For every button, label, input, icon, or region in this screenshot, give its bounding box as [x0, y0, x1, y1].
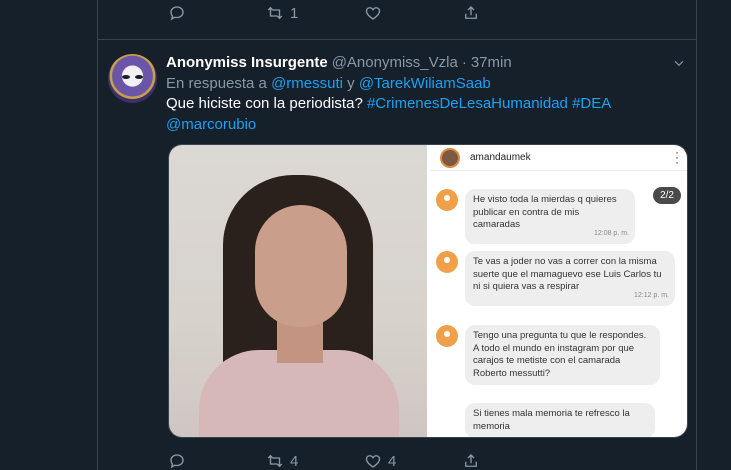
mask-eye-left: [122, 75, 130, 79]
retweet-icon: [267, 6, 283, 20]
mask-eye-right: [135, 75, 143, 79]
tweet-text: Que hiciste con la periodista? #Crimenes…: [166, 93, 686, 135]
tweet-media[interactable]: amandaumek · · · 2/2 He visto toda la mier…: [168, 144, 688, 438]
tweet-timestamp[interactable]: 37min: [471, 54, 512, 71]
chat-message-time: 12:08 p. m.: [593, 230, 629, 237]
heart-icon: [365, 455, 381, 468]
chat-bubble: He visto toda la mierdas q quieres publi…: [465, 189, 635, 244]
chat-message-text: Si tienes mala memoria te refresco la me…: [473, 408, 630, 432]
share-button[interactable]: [462, 452, 560, 470]
reply-context: En respuesta a @rmessuti y @TarekWiliamS…: [166, 75, 686, 92]
share-button[interactable]: [462, 4, 560, 22]
chat-message: Te vas a joder no vas a correr con la mi…: [436, 251, 675, 306]
more-vertical-icon: · · ·: [675, 145, 679, 169]
chat-message: Tengo una pregunta tu que le respondes. …: [436, 325, 660, 385]
reply-icon: [170, 454, 184, 469]
share-icon: [465, 454, 477, 467]
retweet-count: 4: [290, 452, 299, 470]
retweet-button[interactable]: 1: [266, 4, 364, 22]
timeline: 1 Anonymiss Insurgente @Anonymiss_Vzla ·…: [97, 0, 697, 470]
tweet-actions: 4 4: [168, 452, 560, 470]
chat-avatar: [440, 147, 460, 168]
previous-tweet-actions: 1: [168, 4, 560, 22]
separator-dot: ·: [461, 54, 467, 71]
photo-shirt: [199, 350, 399, 437]
like-button[interactable]: [364, 4, 462, 22]
tweet-content: Anonymiss Insurgente @Anonymiss_Vzla · 3…: [166, 54, 686, 135]
user-icon: [436, 189, 458, 211]
reply-prefix: En respuesta a: [166, 75, 267, 92]
chat-message: He visto toda la mierdas q quieres publi…: [436, 189, 635, 244]
photo-woman[interactable]: [169, 145, 427, 437]
photo-face: [255, 205, 347, 327]
chat-message-time: 12:12 p. m.: [633, 292, 669, 299]
reply-button[interactable]: [168, 452, 266, 470]
page-badge: 2/2: [653, 187, 681, 204]
chat-bubble: Te vas a joder no vas a correr con la mi…: [465, 251, 675, 306]
heart-icon: [365, 7, 381, 20]
reply-joiner: y: [347, 75, 355, 92]
avatar[interactable]: [108, 54, 157, 103]
photo-instagram-chat[interactable]: amandaumek · · · 2/2 He visto toda la mier…: [430, 145, 687, 437]
tweet-header: Anonymiss Insurgente @Anonymiss_Vzla · 3…: [166, 54, 686, 71]
retweet-count: 1: [290, 4, 299, 22]
chat-message: Si tienes mala memoria te refresco la me…: [465, 403, 655, 437]
reply-user-link[interactable]: @rmessuti: [271, 75, 343, 92]
chat-bubble: Tengo una pregunta tu que le respondes. …: [465, 325, 660, 385]
retweet-button[interactable]: 4: [266, 452, 364, 470]
chat-bubble: Si tienes mala memoria te refresco la me…: [465, 403, 655, 437]
retweet-icon: [267, 454, 283, 468]
share-icon: [465, 6, 477, 19]
like-button[interactable]: 4: [364, 452, 462, 470]
author-handle[interactable]: @Anonymiss_Vzla: [332, 54, 458, 71]
chat-message-text: Tengo una pregunta tu que le respondes. …: [473, 330, 647, 379]
chat-message-text: He visto toda la mierdas q quieres publi…: [473, 194, 617, 230]
chat-username: amandaumek: [470, 152, 531, 163]
tweet-text-body: Que hiciste con la periodista?: [166, 95, 363, 112]
chat-message-text: Te vas a joder no vas a correr con la mi…: [473, 256, 662, 292]
hashtag-link[interactable]: #DEA: [572, 95, 611, 112]
user-icon: [436, 251, 458, 273]
reply-button[interactable]: [168, 4, 266, 22]
reply-icon: [170, 6, 184, 21]
user-icon: [436, 325, 458, 347]
chat-header: amandaumek · · ·: [430, 145, 687, 171]
tweet-divider: [98, 39, 696, 40]
reply-user-link[interactable]: @TarekWiliamSaab: [359, 75, 491, 92]
author-name[interactable]: Anonymiss Insurgente: [166, 54, 328, 71]
hashtag-link[interactable]: #CrimenesDeLesaHumanidad: [367, 95, 568, 112]
mention-link[interactable]: @marcorubio: [166, 116, 256, 133]
like-count: 4: [388, 452, 397, 470]
